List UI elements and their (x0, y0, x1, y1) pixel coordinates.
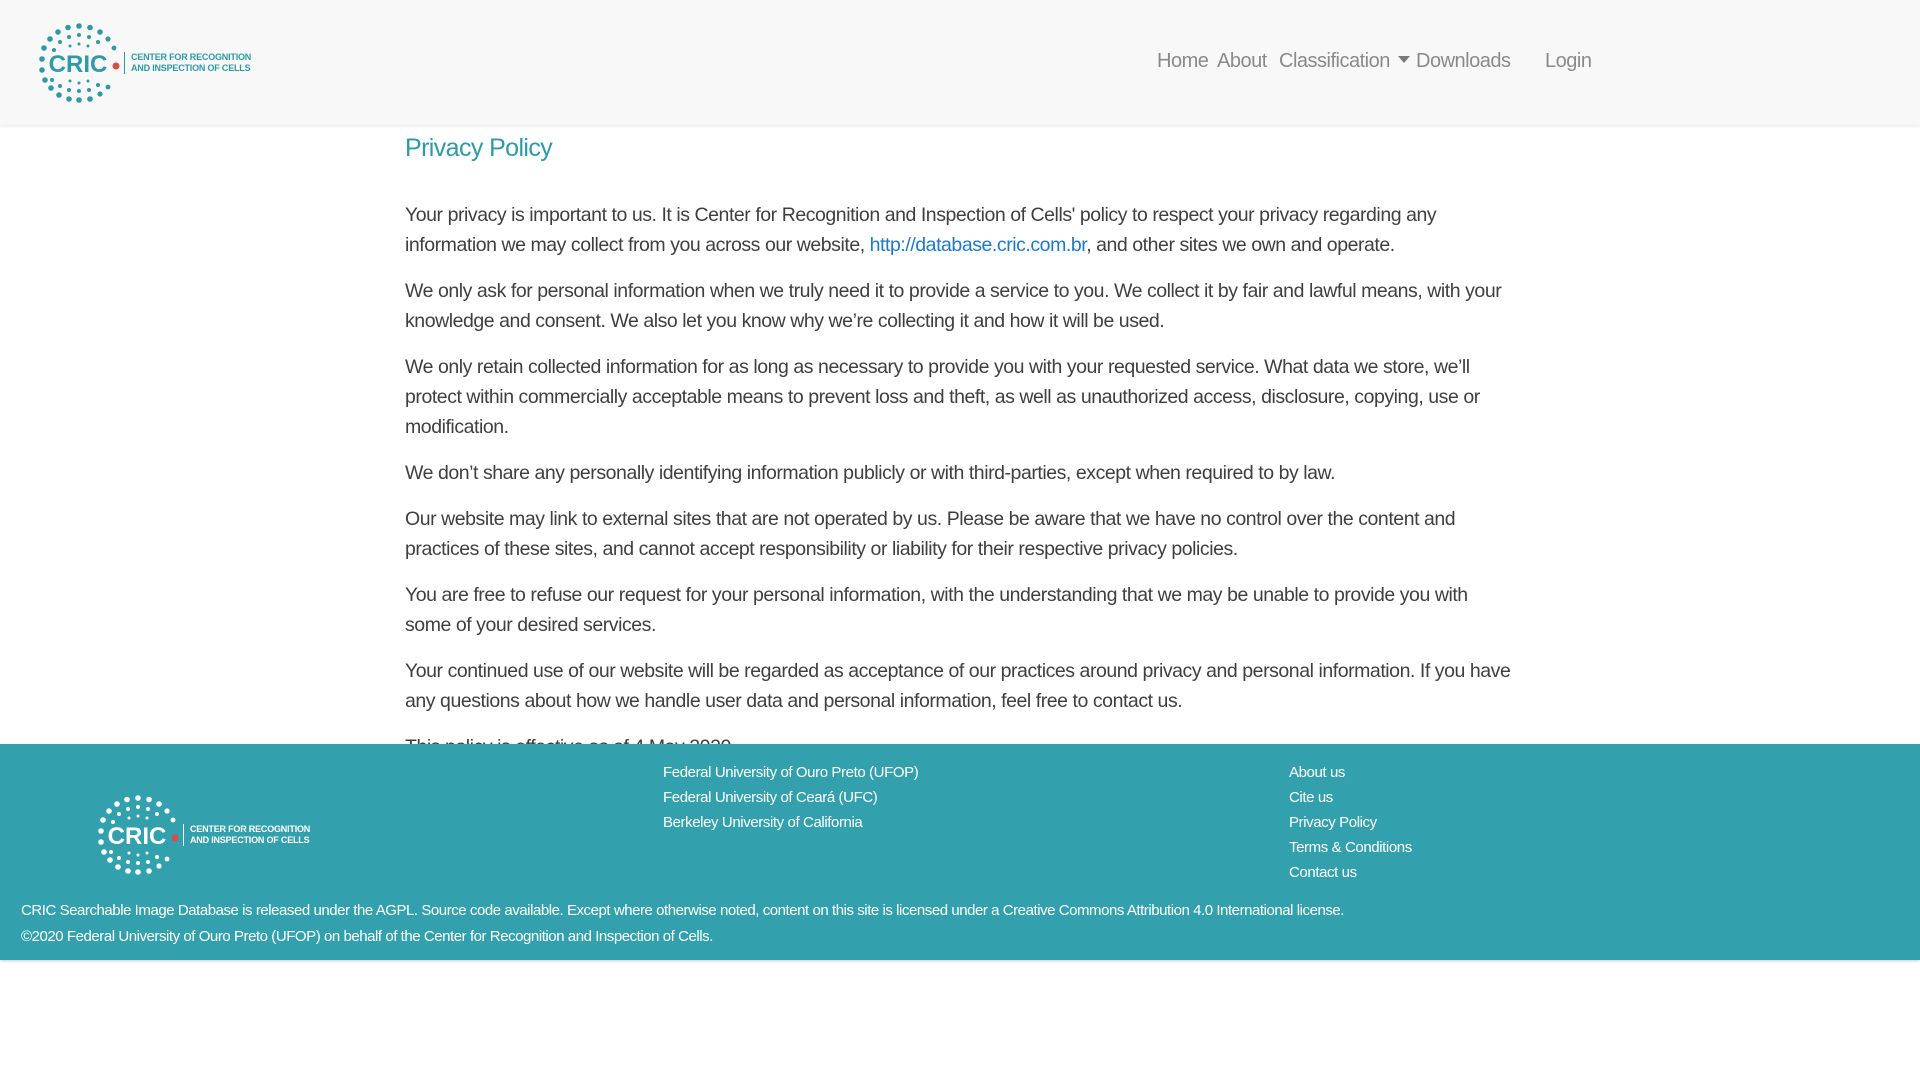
policy-paragraph-6: You are free to refuse our request for y… (405, 584, 1468, 636)
footer: CRIC CENTER FOR RECOGNITION AND INSPECTI… (0, 744, 1920, 960)
footer-logo[interactable]: CRIC CENTER FOR RECOGNITION AND INSPECTI… (97, 794, 310, 876)
nav-about[interactable]: About (1217, 50, 1267, 73)
footer-link-terms[interactable]: Terms & Conditions (1289, 835, 1412, 860)
nav-classification-label: Classification (1279, 50, 1390, 72)
footer-link-contact-us[interactable]: Contact us (1289, 860, 1412, 885)
footer-links: About us Cite us Privacy Policy Terms & … (1289, 760, 1412, 885)
nav-login[interactable]: Login (1545, 50, 1592, 73)
caret-down-icon (1397, 56, 1410, 64)
footer-logo-tagline: CENTER FOR RECOGNITION AND INSPECTION OF… (183, 824, 310, 846)
policy-paragraph-4: We don’t share any personally identifyin… (405, 462, 1336, 484)
footer-universities: Federal University of Ouro Preto (UFOP) … (663, 760, 919, 835)
logo-tagline: CENTER FOR RECOGNITION AND INSPECTION OF… (124, 52, 251, 74)
cric-logo[interactable]: CRIC CENTER FOR RECOGNITION AND INSPECTI… (38, 22, 251, 104)
license-text: CRIC Searchable Image Database is releas… (21, 902, 1345, 919)
footer-link-about-us[interactable]: About us (1289, 760, 1412, 785)
policy-paragraph-3: We only retain collected information for… (405, 356, 1480, 438)
footer-logo-mark: CRIC (98, 795, 179, 875)
page-title: Privacy Policy (405, 134, 553, 162)
nav-downloads[interactable]: Downloads (1416, 50, 1511, 73)
navbar: CRIC CENTER FOR RECOGNITION AND INSPECTI… (0, 0, 1920, 125)
footer-legal: CRIC Searchable Image Database is releas… (21, 898, 1344, 950)
policy-paragraph-2: We only ask for personal information whe… (405, 280, 1502, 332)
privacy-content: Privacy Policy Your privacy is important… (405, 134, 1515, 778)
copyright-text: ©2020 Federal University of Ouro Preto (… (21, 928, 713, 945)
university-berkeley: Berkeley University of California (663, 814, 863, 831)
footer-link-privacy-policy[interactable]: Privacy Policy (1289, 810, 1412, 835)
footer-link-cite-us[interactable]: Cite us (1289, 785, 1412, 810)
university-ufop: Federal University of Ouro Preto (UFOP) (663, 764, 919, 781)
policy-paragraph-7: Your continued use of our website will b… (405, 660, 1511, 712)
nav-classification[interactable]: Classification (1279, 50, 1410, 73)
website-link[interactable]: http://database.cric.com.br (870, 234, 1087, 256)
policy-paragraph-1: Your privacy is important to us. It is C… (405, 204, 1437, 256)
svg-text:CRIC: CRIC (49, 51, 108, 78)
university-ufc: Federal University of Ceará (UFC) (663, 789, 878, 806)
cric-logo-mark: CRIC (39, 23, 120, 103)
svg-text:CRIC: CRIC (108, 823, 167, 850)
nav-home[interactable]: Home (1157, 50, 1209, 73)
policy-paragraph-5: Our website may link to external sites t… (405, 508, 1456, 560)
